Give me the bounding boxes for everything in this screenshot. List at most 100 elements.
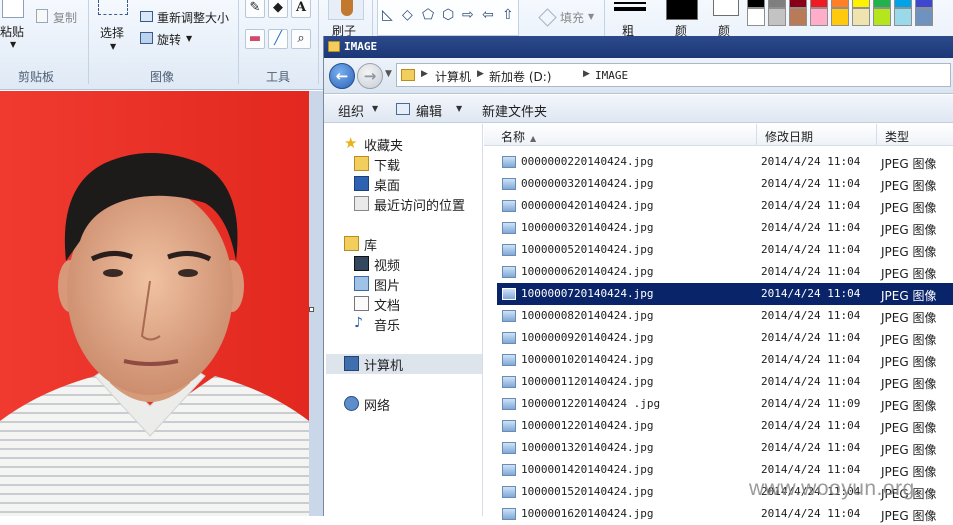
file-row[interactable]: 1000000520140424.jpg 2014/4/24 11:04 JPEG … [484, 239, 953, 261]
library-icon [344, 236, 359, 251]
file-row[interactable]: 1000000320140424.jpg 2014/4/24 11:04 JPEG … [484, 217, 953, 239]
file-modified-date: 2014/4/24 11:04 [761, 507, 861, 520]
palette-color-swatch[interactable] [852, 0, 870, 8]
color1-swatch[interactable] [666, 0, 698, 20]
palette-color-swatch[interactable] [894, 8, 912, 26]
fill-bucket-icon[interactable]: ◆ [268, 0, 288, 18]
canvas-resize-handle[interactable] [309, 307, 314, 312]
palette-color-swatch[interactable] [852, 8, 870, 26]
file-row[interactable]: 1000001220140424 .jpg 2014/4/24 11:09 JPEG… [484, 393, 953, 415]
rotate-button[interactable]: 旋转 [157, 31, 181, 48]
arrow-up-shape-icon[interactable]: ⇧ [502, 8, 514, 22]
palette-color-swatch[interactable] [768, 0, 786, 8]
file-row[interactable]: 1000001620140424.jpg 2014/4/24 11:04 JPEG … [484, 503, 953, 525]
magnifier-icon[interactable]: ⌕ [291, 29, 311, 49]
pictures-icon [354, 276, 369, 291]
eraser-icon[interactable]: ▬ [245, 29, 265, 49]
file-row[interactable]: 1000000620140424.jpg 2014/4/24 11:04 JPEG … [484, 261, 953, 283]
palette-color-swatch[interactable] [873, 0, 891, 8]
paste-button[interactable]: 粘贴 [0, 23, 24, 40]
select-button[interactable]: 选择 [100, 24, 124, 41]
file-rows: 0000000220140424.jpg 2014/4/24 11:04 JPEG … [484, 151, 953, 525]
palette-color-swatch[interactable] [915, 8, 933, 26]
palette-color-swatch[interactable] [894, 0, 912, 8]
column-type-header[interactable]: 类型 [877, 124, 953, 146]
file-type: JPEG 图像 [881, 355, 937, 369]
file-row[interactable]: 1000001020140424.jpg 2014/4/24 11:04 JPEG … [484, 349, 953, 371]
jpeg-file-icon [502, 442, 516, 454]
nav-computer[interactable]: 计算机 [326, 354, 482, 374]
palette-color-swatch[interactable] [873, 8, 891, 26]
file-row[interactable]: 1000000920140424.jpg 2014/4/24 11:04 JPEG … [484, 327, 953, 349]
history-dropdown-icon[interactable]: ▼ [385, 69, 392, 79]
select-icon [98, 0, 128, 15]
arrow-left-shape-icon[interactable]: ⇦ [482, 8, 494, 22]
forward-button[interactable]: → [357, 63, 383, 89]
diamond-shape-icon[interactable]: ◇ [402, 8, 413, 22]
file-row[interactable]: 1000001220140424.jpg 2014/4/24 11:04 JPEG … [484, 415, 953, 437]
hexagon-shape-icon[interactable]: ⬡ [442, 8, 454, 22]
edit-button[interactable]: 编辑 [416, 101, 442, 120]
fill-button[interactable]: 填充 [560, 9, 584, 26]
paste-dropdown-icon[interactable]: ▼ [10, 40, 16, 49]
file-name: 1000000720140424.jpg [521, 287, 654, 300]
folder-icon [401, 69, 415, 81]
rotate-icon [140, 32, 153, 44]
explorer-titlebar[interactable]: IMAGE [324, 36, 953, 58]
palette-color-swatch[interactable] [810, 8, 828, 26]
portrait-photo[interactable] [0, 91, 309, 516]
breadcrumb-drive[interactable]: 新加卷 (D:) [489, 68, 551, 85]
palette-color-swatch[interactable] [747, 0, 765, 8]
breadcrumb-computer[interactable]: 计算机 [435, 68, 471, 85]
palette-color-swatch[interactable] [789, 0, 807, 8]
palette-color-swatch[interactable] [831, 8, 849, 26]
palette-color-swatch[interactable] [831, 0, 849, 8]
address-box[interactable]: ▶ 计算机 ▶ 新加卷 (D:) ▶ IMAGE [396, 63, 951, 87]
file-row[interactable]: 0000000220140424.jpg 2014/4/24 11:04 JPEG … [484, 151, 953, 173]
shapes-gallery[interactable]: ◺ ◇ ⬠ ⬡ ⇨ ⇦ ⇧ [377, 0, 519, 36]
file-row[interactable]: 1000000820140424.jpg 2014/4/24 11:04 JPEG … [484, 305, 953, 327]
jpeg-file-icon [502, 178, 516, 190]
color-picker-icon[interactable]: ╱ [268, 29, 288, 49]
file-row[interactable]: 1000001120140424.jpg 2014/4/24 11:04 JPEG … [484, 371, 953, 393]
breadcrumb-image[interactable]: IMAGE [595, 69, 628, 82]
fill-dropdown-icon[interactable]: ▼ [588, 12, 594, 21]
sort-ascending-icon: ▲ [530, 134, 537, 143]
select-dropdown-icon[interactable]: ▼ [110, 42, 116, 51]
jpeg-file-icon [502, 376, 516, 388]
back-button[interactable]: ← [329, 63, 355, 89]
breadcrumb-separator-icon[interactable]: ▶ [477, 69, 484, 79]
column-name-header[interactable]: 名称 ▲ [484, 124, 757, 146]
pentagon-shape-icon[interactable]: ⬠ [422, 8, 434, 22]
color2-swatch[interactable] [713, 0, 739, 16]
palette-color-swatch[interactable] [789, 8, 807, 26]
resize-button[interactable]: 重新调整大小 [157, 9, 229, 26]
file-row[interactable]: 0000000420140424.jpg 2014/4/24 11:04 JPEG … [484, 195, 953, 217]
file-modified-date: 2014/4/24 11:04 [761, 419, 861, 432]
triangle-shape-icon[interactable]: ◺ [382, 8, 393, 22]
palette-color-swatch[interactable] [747, 8, 765, 26]
file-row[interactable]: 1000000720140424.jpg 2014/4/24 11:04 JPEG … [497, 283, 953, 305]
text-tool-icon[interactable]: A [291, 0, 311, 18]
edit-dropdown-icon[interactable]: ▼ [456, 104, 462, 113]
paint-canvas-area[interactable] [0, 91, 323, 516]
rotate-dropdown-icon[interactable]: ▼ [186, 34, 192, 43]
breadcrumb-separator-icon[interactable]: ▶ [421, 69, 428, 79]
file-name: 1000000620140424.jpg [521, 265, 654, 278]
palette-color-swatch[interactable] [810, 0, 828, 8]
organize-button[interactable]: 组织 [338, 101, 364, 120]
copy-button[interactable]: 复制 [53, 9, 77, 26]
file-modified-date: 2014/4/24 11:04 [761, 265, 861, 278]
file-row[interactable]: 1000001320140424.jpg 2014/4/24 11:04 JPEG … [484, 437, 953, 459]
palette-color-swatch[interactable] [768, 8, 786, 26]
pencil-icon[interactable]: ✎ [245, 0, 265, 18]
file-row[interactable]: 0000000320140424.jpg 2014/4/24 11:04 JPEG … [484, 173, 953, 195]
palette-color-swatch[interactable] [915, 0, 933, 8]
breadcrumb-separator-icon[interactable]: ▶ [583, 69, 590, 79]
arrow-right-shape-icon[interactable]: ⇨ [462, 8, 474, 22]
column-date-header[interactable]: 修改日期 [757, 124, 877, 146]
tools-group-label: 工具 [266, 70, 291, 84]
jpeg-file-icon [502, 486, 516, 498]
new-folder-button[interactable]: 新建文件夹 [482, 101, 547, 120]
organize-dropdown-icon[interactable]: ▼ [372, 104, 378, 113]
